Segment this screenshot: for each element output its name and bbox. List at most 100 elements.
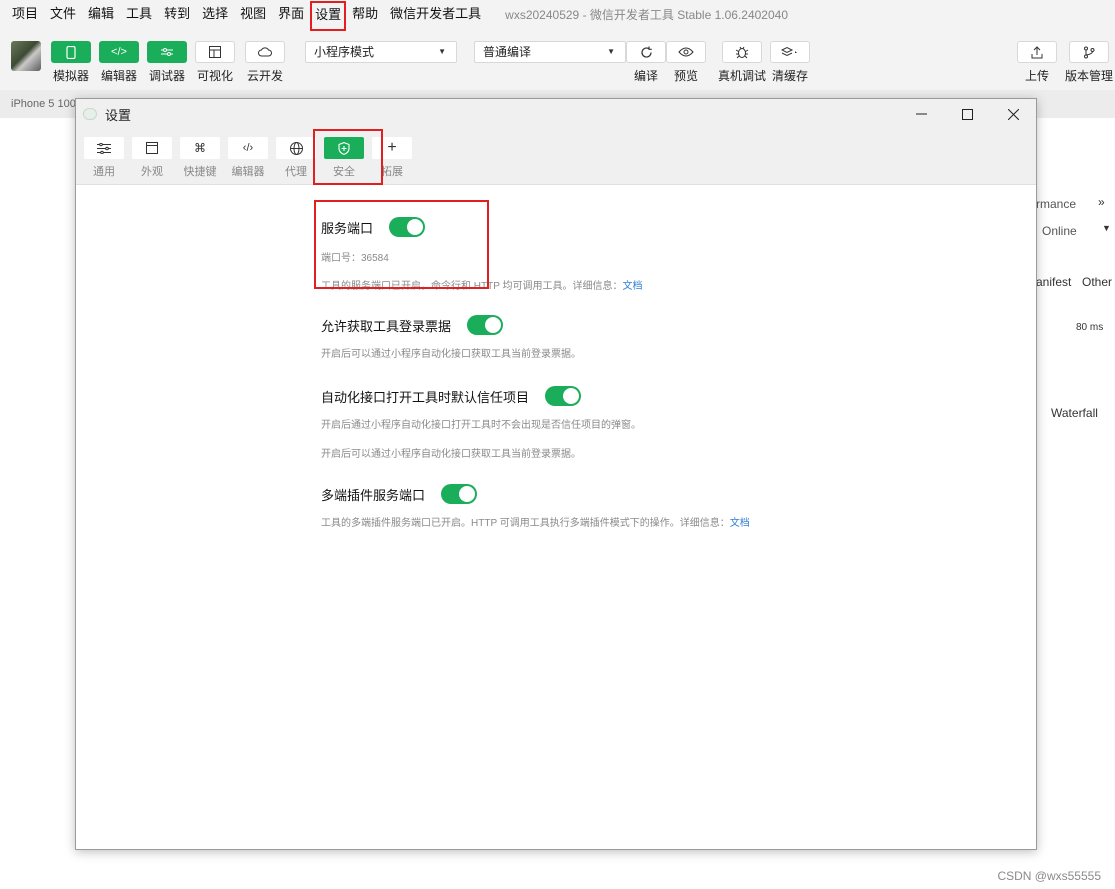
editor-label: 编辑器: [100, 69, 137, 83]
menu-project[interactable]: 项目: [6, 0, 44, 28]
tab-general[interactable]: 通用: [84, 137, 124, 179]
login-ticket-setting: 允许获取工具登录票据 开启后可以通过小程序自动化接口获取工具当前登录票据。: [321, 313, 581, 360]
tab-security[interactable]: 安全: [324, 137, 364, 179]
compile-button[interactable]: 编译: [626, 41, 666, 84]
version-button[interactable]: 版本管理: [1065, 41, 1113, 84]
menu-bar: 项目 文件 编辑 工具 转到 选择 视图 界面 设置 帮助 微信开发者工具 wx…: [0, 0, 1115, 31]
tab-editor-label: 编辑器: [231, 166, 265, 178]
compile-select-value: 普通编译: [483, 45, 532, 59]
watermark: CSDN @wxs55555: [997, 869, 1101, 883]
app-title: wxs20240529 - 微信开发者工具 Stable 1.06.240204…: [505, 7, 788, 22]
globe-icon: [276, 137, 316, 159]
mode-select[interactable]: 小程序模式 ▼: [305, 41, 457, 63]
upload-label: 上传: [1024, 69, 1049, 83]
layers-icon: [770, 41, 810, 63]
cloud-icon: [245, 41, 285, 63]
filter-manifest[interactable]: anifest: [1036, 275, 1071, 289]
window-icon: [132, 137, 172, 159]
timeline-label: 80 ms: [1076, 322, 1104, 333]
code-icon: ‹/›: [228, 137, 268, 159]
menu-view[interactable]: 视图: [234, 0, 272, 28]
multi-plugin-port-setting: 多端插件服务端口 工具的多端插件服务端口已开启。HTTP 可调用工具执行多端插件…: [321, 482, 750, 529]
preview-label: 预览: [673, 69, 698, 83]
multi-plugin-port-title: 多端插件服务端口: [321, 487, 426, 503]
service-port-toggle[interactable]: [389, 217, 426, 237]
settings-dialog: 设置 通用 外观 ⌘ 快捷键 ‹/› 编辑器 代理 安全 + 拓展 服务端口 端…: [75, 98, 1037, 850]
service-port-desc-text: 工具的服务端口已开启，命令行和 HTTP 均可调用工具。详细信息：: [321, 281, 623, 292]
service-port-title: 服务端口: [321, 220, 374, 236]
tab-extensions[interactable]: + 拓展: [372, 137, 412, 179]
tab-appearance-label: 外观: [141, 166, 163, 178]
simulator-device-label: iPhone 5 100: [11, 98, 76, 110]
chevron-right-icon[interactable]: »: [1098, 195, 1105, 209]
caret-down-icon: ▼: [438, 47, 446, 56]
menu-select[interactable]: 选择: [196, 0, 234, 28]
tab-security-label: 安全: [333, 166, 355, 178]
simulator-button[interactable]: 模拟器: [51, 41, 91, 84]
multi-plugin-port-doc-link[interactable]: 文档: [730, 518, 750, 529]
tab-extensions-label: 拓展: [381, 166, 403, 178]
trust-project-desc: 开启后通过小程序自动化接口打开工具时不会出现是否信任项目的弹窗。: [321, 420, 641, 431]
menu-interface[interactable]: 界面: [272, 0, 310, 28]
shield-icon: [324, 137, 364, 159]
editor-button[interactable]: </> 编辑器: [99, 41, 139, 84]
preview-button[interactable]: 预览: [666, 41, 706, 84]
menu-file[interactable]: 文件: [44, 0, 82, 28]
devtools-performance-tab[interactable]: rmance: [1036, 197, 1076, 211]
multi-plugin-port-toggle[interactable]: [441, 484, 478, 504]
visual-button[interactable]: 可视化: [195, 41, 235, 84]
cloud-label: 云开发: [246, 69, 283, 83]
close-icon[interactable]: [990, 99, 1036, 129]
service-port-number: 端口号：36584: [321, 253, 389, 264]
visual-label: 可视化: [196, 69, 233, 83]
eye-icon: [666, 41, 706, 63]
mode-select-value: 小程序模式: [314, 45, 375, 59]
login-ticket-toggle[interactable]: [467, 315, 504, 335]
tab-editor[interactable]: ‹/› 编辑器: [228, 137, 268, 179]
tab-shortcuts[interactable]: ⌘ 快捷键: [180, 137, 220, 179]
cloud-button[interactable]: 云开发: [245, 41, 285, 84]
phone-icon: [51, 41, 91, 63]
menu-wechat-devtools[interactable]: 微信开发者工具: [384, 0, 487, 28]
toolbar: 模拟器 </> 编辑器 调试器 可视化 云开发 小程序模式 ▼ 普通编译 ▼ 编…: [0, 34, 1115, 90]
caret-down-icon: ▼: [607, 47, 615, 56]
wechat-devtools-logo-icon: [83, 108, 97, 120]
menu-edit[interactable]: 编辑: [82, 0, 120, 28]
maximize-icon[interactable]: [944, 99, 990, 129]
dialog-title: 设置: [105, 107, 132, 123]
list-settings-icon: [84, 137, 124, 159]
compile-label: 编译: [633, 69, 658, 83]
dialog-titlebar: 设置: [76, 99, 1036, 129]
devtools-panel-background: rmance » Online ▼ anifest Other 80 ms Wa…: [1036, 118, 1115, 889]
throttle-select[interactable]: Online: [1042, 224, 1077, 238]
trust-project-setting: 自动化接口打开工具时默认信任项目 开启后通过小程序自动化接口打开工具时不会出现是…: [321, 384, 641, 460]
remote-debug-button[interactable]: 真机调试: [718, 41, 766, 84]
service-port-setting: 服务端口 端口号：36584 工具的服务端口已开启，命令行和 HTTP 均可调用…: [321, 215, 642, 292]
code-icon: </>: [99, 41, 139, 63]
multi-plugin-port-desc: 工具的多端插件服务端口已开启。HTTP 可调用工具执行多端插件模式下的操作。详细…: [321, 514, 750, 529]
refresh-icon: [626, 41, 666, 63]
clear-cache-button[interactable]: 清缓存: [770, 41, 810, 84]
sliders-icon: [147, 41, 187, 63]
filter-other[interactable]: Other: [1082, 275, 1112, 289]
service-port-desc: 工具的服务端口已开启，命令行和 HTTP 均可调用工具。详细信息：文档: [321, 277, 642, 292]
menu-goto[interactable]: 转到: [158, 0, 196, 28]
trust-project-toggle[interactable]: [545, 386, 582, 406]
trust-project-desc-2: 开启后可以通过小程序自动化接口获取工具当前登录票据。: [321, 449, 581, 460]
tab-appearance[interactable]: 外观: [132, 137, 172, 179]
service-port-doc-link[interactable]: 文档: [622, 281, 642, 292]
tab-proxy[interactable]: 代理: [276, 137, 316, 179]
avatar[interactable]: [11, 41, 41, 71]
menu-settings[interactable]: 设置: [310, 1, 347, 31]
trust-project-title: 自动化接口打开工具时默认信任项目: [321, 389, 530, 405]
minimize-icon[interactable]: [898, 99, 944, 129]
menu-help[interactable]: 帮助: [346, 0, 384, 28]
menu-tools[interactable]: 工具: [120, 0, 158, 28]
tab-general-label: 通用: [93, 166, 115, 178]
layout-icon: [195, 41, 235, 63]
upload-button[interactable]: 上传: [1017, 41, 1057, 84]
debugger-button[interactable]: 调试器: [147, 41, 187, 84]
multi-plugin-port-desc-text: 工具的多端插件服务端口已开启。HTTP 可调用工具执行多端插件模式下的操作。详细…: [321, 518, 730, 529]
compile-select[interactable]: 普通编译 ▼: [474, 41, 626, 63]
clear-cache-label: 清缓存: [771, 69, 808, 83]
